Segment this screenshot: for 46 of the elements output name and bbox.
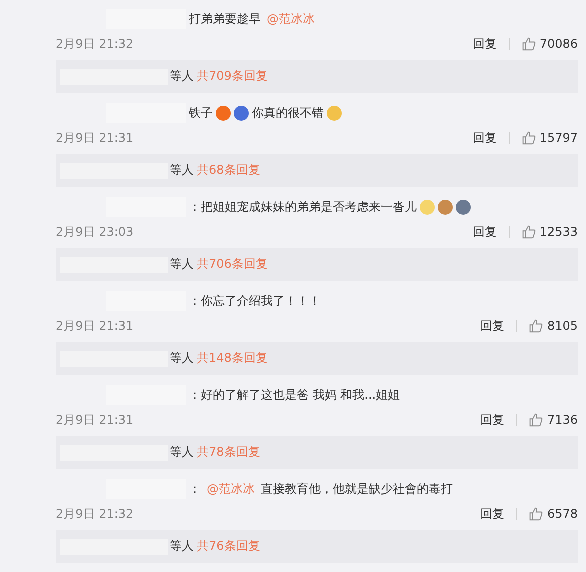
like-count: 70086 xyxy=(540,37,578,51)
comment-text: ：把姐姐宠成妹妹的弟弟是否考虑来一沓儿 xyxy=(189,198,417,216)
comment-text: ： xyxy=(189,480,201,498)
like-count: 8105 xyxy=(547,319,578,333)
comment-time: 2月9日 21:31 xyxy=(56,412,135,428)
comment-text: 你真的很不错 xyxy=(252,104,324,122)
replies-suffix: 等人 xyxy=(170,256,194,273)
comment-time: 2月9日 23:03 xyxy=(56,224,135,240)
thumbs-up-icon[interactable] xyxy=(522,131,536,145)
reply-count-link[interactable]: 共76条回复 xyxy=(197,538,260,555)
reply-count-link[interactable]: 共706条回复 xyxy=(197,256,268,273)
reply-link[interactable]: 回复 xyxy=(480,318,504,334)
replies-suffix: 等人 xyxy=(170,350,194,367)
reply-count-link[interactable]: 共709条回复 xyxy=(197,68,268,85)
mention-link[interactable]: @范冰冰 xyxy=(267,10,315,28)
comment-text: 打弟弟要趁早 xyxy=(189,10,261,28)
like-count: 7136 xyxy=(547,413,578,427)
reply-link[interactable]: 回复 xyxy=(472,224,497,240)
comment-time: 2月9日 21:31 xyxy=(56,130,135,146)
reply-count-link[interactable]: 共78条回复 xyxy=(197,444,260,461)
thumbs-up-icon[interactable] xyxy=(522,225,536,239)
comment-text: 铁子 xyxy=(189,104,213,122)
replies-suffix: 等人 xyxy=(170,444,194,461)
replies-suffix: 等人 xyxy=(170,68,194,85)
reply-link[interactable]: 回复 xyxy=(472,36,497,52)
thumbs-up-icon[interactable] xyxy=(529,413,544,427)
comment-text: 直接教育他，他就是缺少社會的毒打 xyxy=(261,480,453,498)
reply-link[interactable]: 回复 xyxy=(472,130,497,146)
comment-text: ：好的了解了这也是爸 我妈 和我...姐姐 xyxy=(189,386,400,404)
reply-count-link[interactable]: 共68条回复 xyxy=(197,162,260,179)
comment-time: 2月9日 21:31 xyxy=(56,318,135,334)
like-count: 6578 xyxy=(547,507,578,521)
reply-count-link[interactable]: 共148条回复 xyxy=(197,350,268,367)
like-count: 12533 xyxy=(540,225,578,239)
comment-text: ：你忘了介绍我了！！！ xyxy=(189,292,321,310)
reply-link[interactable]: 回复 xyxy=(480,506,504,522)
thumbs-up-icon[interactable] xyxy=(522,37,536,51)
replies-suffix: 等人 xyxy=(170,162,194,179)
mention-link[interactable]: @范冰冰 xyxy=(207,480,255,498)
comment-time: 2月9日 21:32 xyxy=(56,36,135,52)
replies-suffix: 等人 xyxy=(170,538,194,555)
comment-time: 2月9日 21:32 xyxy=(56,506,135,522)
reply-link[interactable]: 回复 xyxy=(480,412,504,428)
thumbs-up-icon[interactable] xyxy=(529,319,544,333)
like-count: 15797 xyxy=(540,131,578,145)
thumbs-up-icon[interactable] xyxy=(529,507,544,521)
